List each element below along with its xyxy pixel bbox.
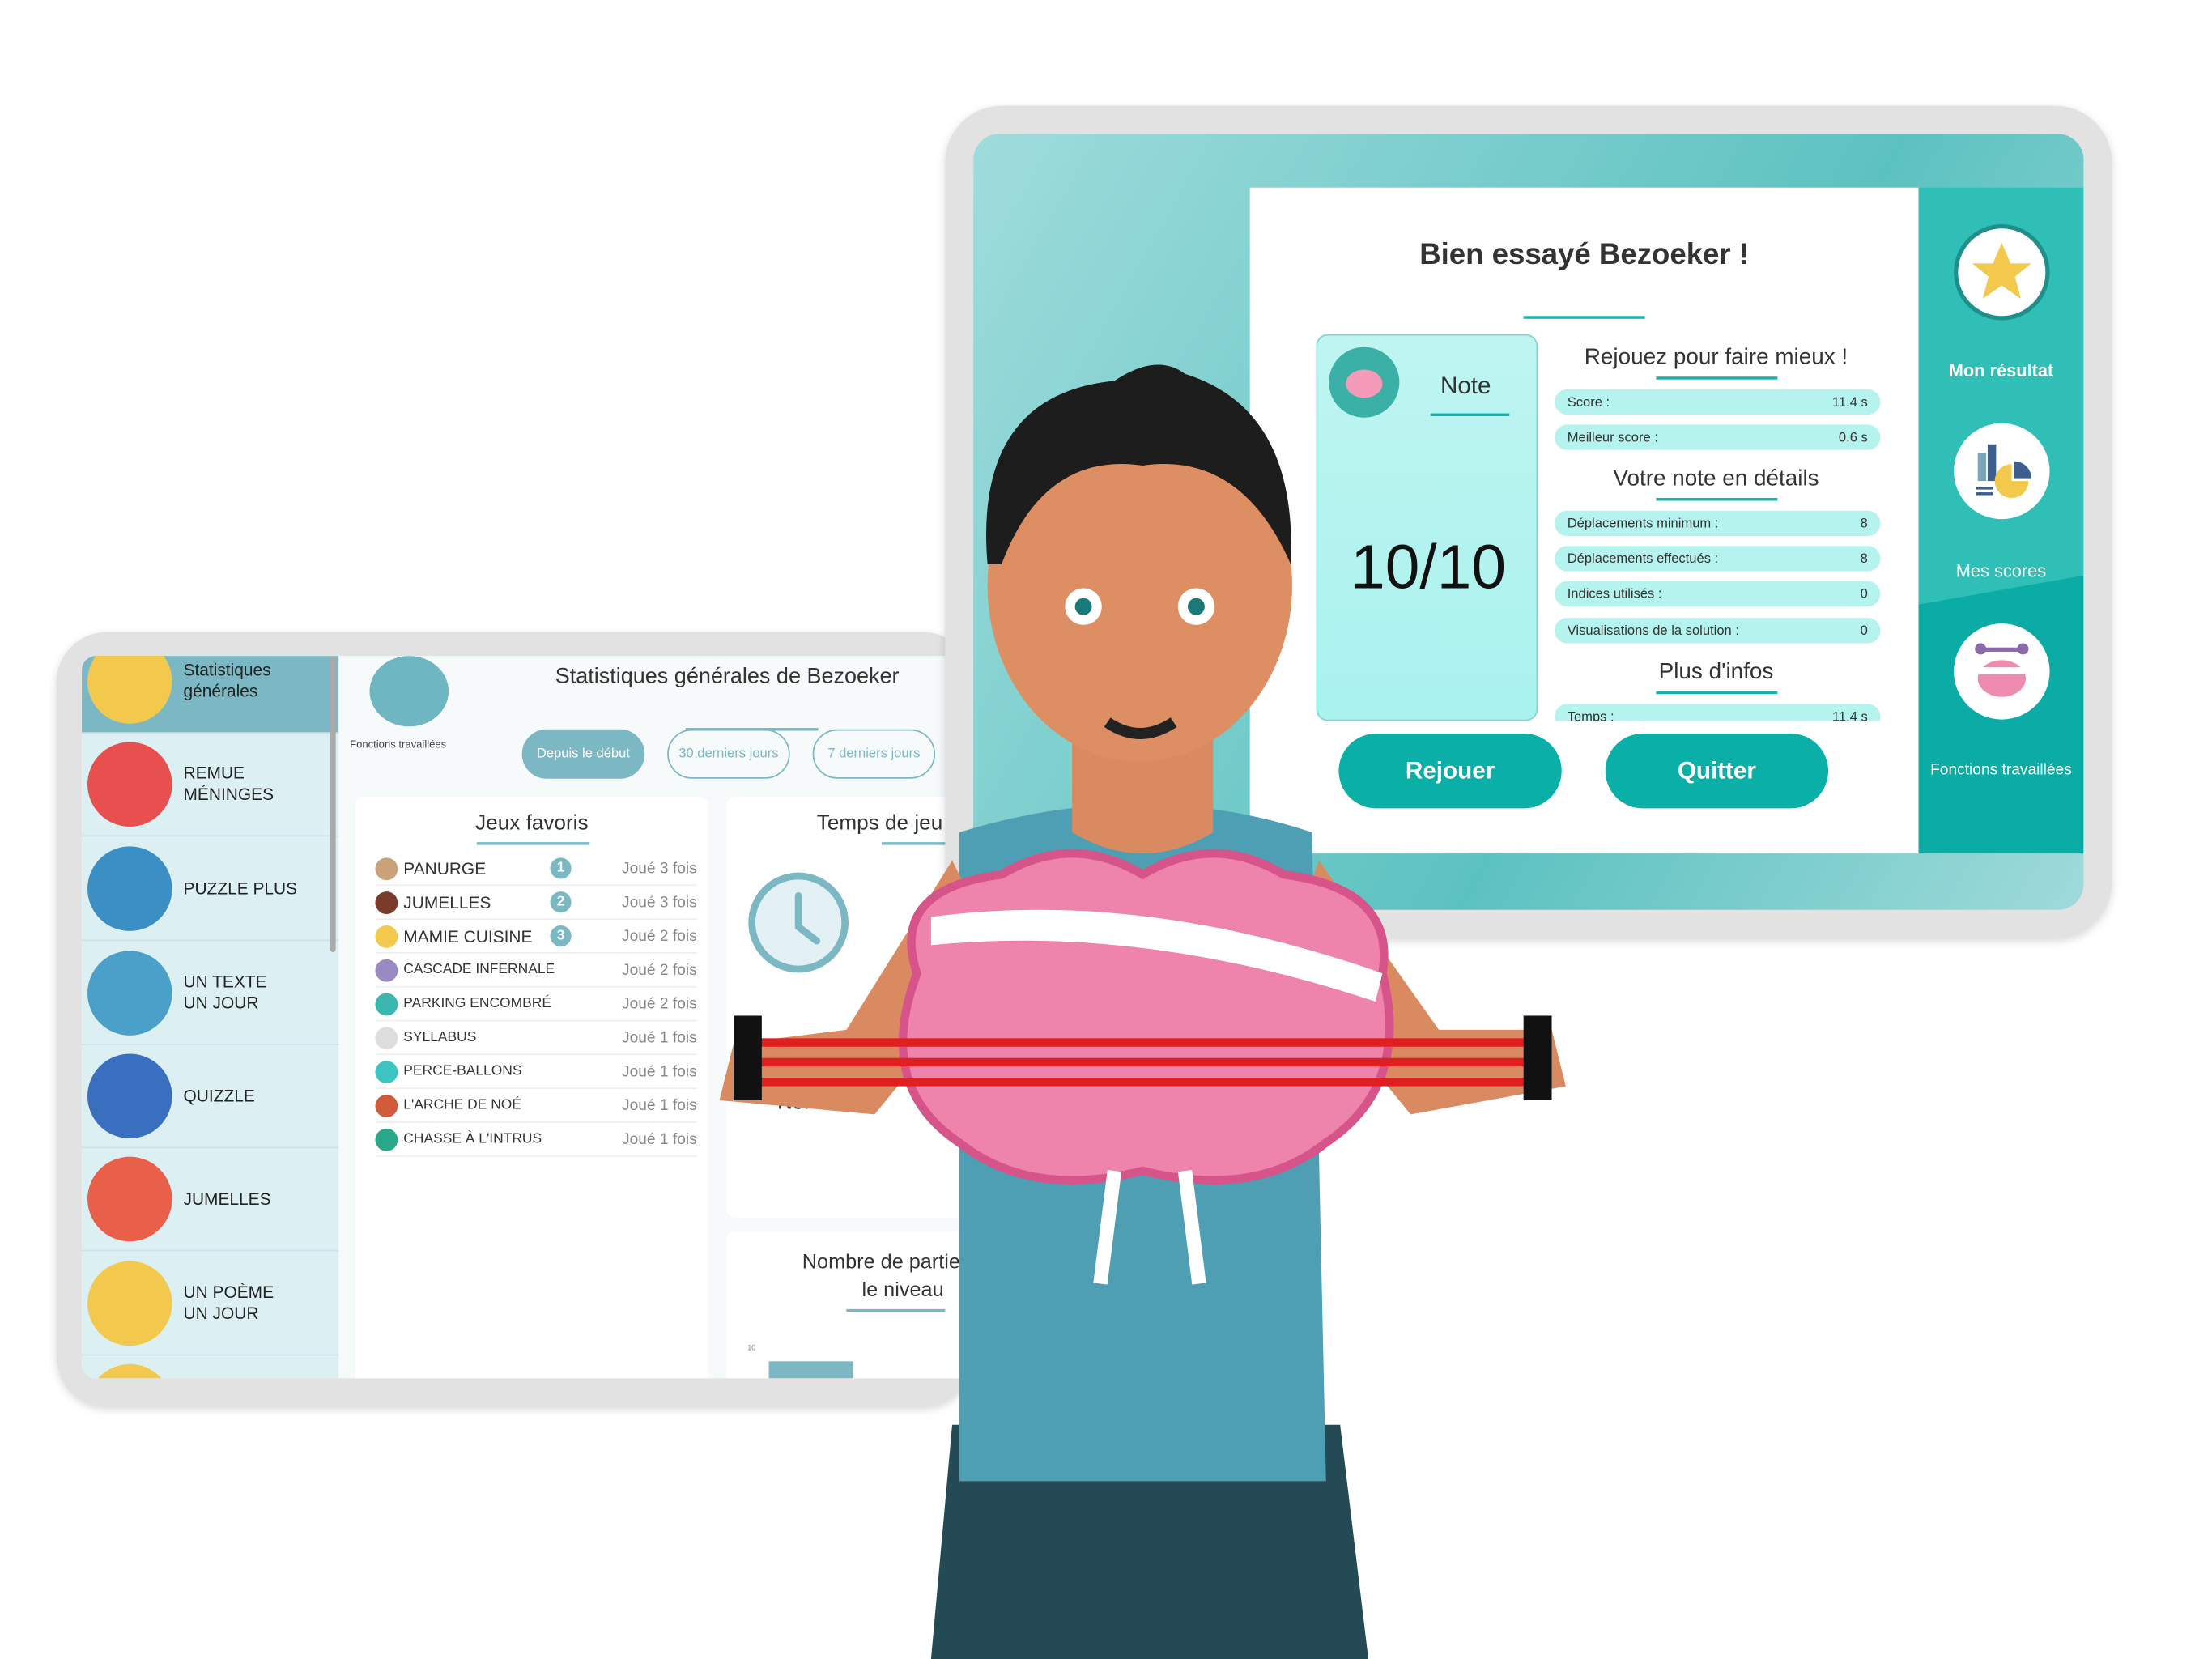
game-icon (375, 958, 398, 981)
game-icon (375, 1094, 398, 1117)
sidebar-item[interactable]: QUIZZLE (82, 1045, 339, 1149)
game-name: PARKING ENCOMBRÉ (403, 996, 551, 1012)
result-sidebar: Mon résultat Mes scores Fonctions travai… (1918, 187, 2084, 854)
game-icon (375, 1026, 398, 1049)
replay-underline (1656, 376, 1778, 380)
game-icon (87, 1156, 172, 1242)
row-value: 0 (1860, 585, 1868, 602)
athlete-brain-illustration (719, 364, 1566, 1659)
game-icon (87, 1363, 172, 1379)
favorites-underline (476, 842, 590, 845)
game-name: CHASSE À L'INTRUS (403, 1131, 542, 1147)
sidebar-scrollbar[interactable] (330, 656, 336, 953)
expander-handle-right (1523, 1015, 1552, 1100)
sidebar-item-label: UN TEXTE UN JOUR (183, 972, 267, 1013)
game-icon (87, 846, 172, 931)
sidebar-item[interactable]: REMUE MÉNINGES (82, 734, 339, 837)
sidebar-item-fonctions[interactable]: Fonctions travaillées (1919, 762, 2084, 779)
expander-band (747, 1038, 1538, 1047)
game-icon (87, 951, 172, 1036)
fonctions-label: Fonctions travaillées (350, 738, 447, 751)
sidebar-item-mes-scores[interactable]: Mes scores (1919, 561, 2084, 581)
result-title: Bien essayé Bezoeker ! (1419, 238, 1749, 271)
sidebar-item-label: UN POÈME UN JOUR (183, 1282, 274, 1324)
sidebar-item-label: REMUE MÉNINGES (183, 763, 274, 805)
filter-pill[interactable]: Depuis le début (521, 729, 645, 779)
game-icon (375, 1127, 398, 1151)
game-icon (375, 891, 398, 914)
quit-button[interactable]: Quitter (1605, 733, 1829, 809)
game-icon (87, 1261, 172, 1346)
sidebar-item-label: PUZZLE PLUS (183, 878, 298, 898)
rank-badge: 2 (550, 891, 572, 913)
sidebar-item-mon-resultat[interactable]: Mon résultat (1919, 361, 2084, 381)
sidebar-item-label: QUIZZLE (183, 1085, 255, 1106)
sidebar-item[interactable]: Statistiques générales (82, 656, 339, 734)
game-icon (375, 857, 398, 880)
game-name: PERCE-BALLONS (403, 1063, 522, 1079)
game-icon (375, 925, 398, 947)
game-name: SYLLABUS (403, 1029, 477, 1046)
game-name: CASCADE INFERNALE (403, 962, 555, 978)
title-underline (1523, 316, 1645, 319)
sidebar-item-label: Statistiques générales (183, 660, 271, 701)
rank-badge: 3 (550, 925, 572, 947)
brain (898, 849, 1394, 1185)
game-name: JUMELLES (403, 892, 491, 912)
star-icon[interactable] (1954, 224, 2050, 321)
game-name: L'ARCHE DE NOÉ (403, 1097, 521, 1113)
chart-icon[interactable] (1954, 423, 2050, 520)
sidebar-item[interactable]: JUMELLES (82, 1148, 339, 1252)
row-value: 0.6 s (1838, 429, 1868, 445)
game-icon (87, 1053, 172, 1139)
game-icon (87, 656, 172, 724)
rank-badge: 1 (550, 857, 572, 879)
sidebar-item[interactable] (82, 1355, 338, 1379)
games-sidebar: Statistiques générales REMUE MÉNINGES PUZZ… (82, 656, 339, 1379)
game-name: MAMIE CUISINE (403, 925, 533, 946)
details-underline (1656, 498, 1778, 501)
row-value: 0 (1860, 623, 1868, 639)
row-value: 8 (1860, 515, 1868, 531)
game-icon (375, 992, 398, 1015)
sidebar-item[interactable]: UN POÈME UN JOUR (82, 1253, 339, 1356)
row-value: 11.4 s (1831, 393, 1868, 410)
sidebar-item[interactable]: PUZZLE PLUS (82, 838, 339, 942)
game-icon (375, 1060, 398, 1083)
brain-icon[interactable] (1954, 623, 2050, 720)
expander-handle-left (733, 1015, 762, 1100)
game-name: PANURGE (403, 858, 487, 878)
more-underline (1656, 691, 1778, 695)
fonctions-brain-icon[interactable] (369, 656, 449, 727)
game-icon (87, 742, 172, 827)
sidebar-item[interactable]: UN TEXTE UN JOUR (82, 942, 339, 1046)
sidebar-item-label: JUMELLES (183, 1188, 271, 1209)
row-value: 8 (1860, 551, 1868, 567)
